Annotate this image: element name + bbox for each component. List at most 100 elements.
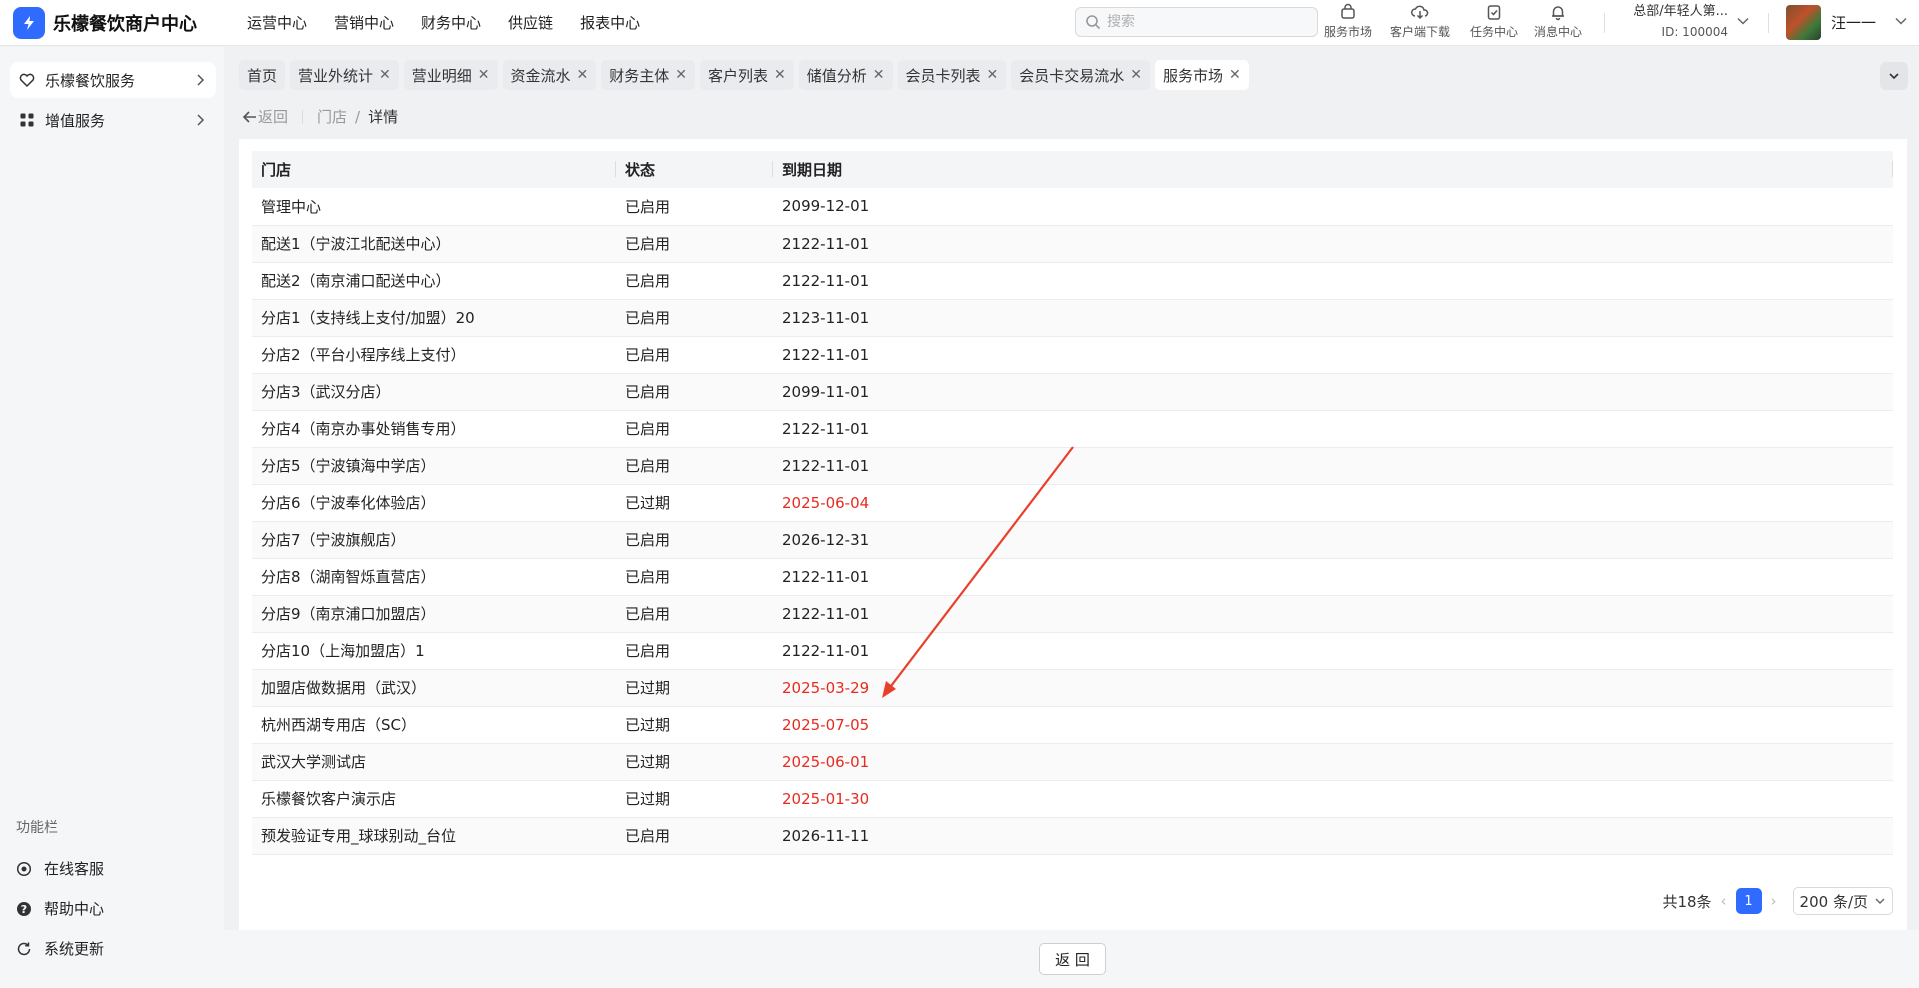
cell-status: 已过期	[616, 669, 773, 707]
clipboard-check-icon	[1487, 5, 1501, 20]
cell-store: 配送1（宁波江北配送中心）	[252, 225, 616, 263]
table-row: 武汉大学测试店 已过期 2025-06-01	[252, 743, 1893, 781]
cell-status: 已启用	[616, 225, 773, 263]
nav-item-supply-chain[interactable]: 供应链	[508, 12, 553, 33]
nav-item-reports[interactable]: 报表中心	[580, 12, 640, 33]
tab-label: 首页	[247, 66, 278, 85]
cell-status: 已启用	[616, 336, 773, 374]
close-icon[interactable]: ✕	[1229, 67, 1241, 83]
cell-expiry-date: 2099-12-01	[773, 188, 1893, 226]
footer-item-label: 在线客服	[44, 860, 105, 878]
cell-expiry-date: 2026-11-11	[773, 817, 1893, 855]
tab-member-card-transactions[interactable]: 会员卡交易流水 ✕	[1011, 60, 1151, 90]
cloud-download-icon	[1411, 5, 1429, 20]
cell-status: 已过期	[616, 780, 773, 818]
divider	[302, 109, 304, 124]
chevron-down-icon[interactable]	[1736, 14, 1750, 28]
close-icon[interactable]: ✕	[478, 67, 490, 83]
user-name[interactable]: 汪一一	[1831, 12, 1876, 33]
pagination: 共18条 ‹ 1 › 200 条/页	[1662, 887, 1893, 915]
system-update-link[interactable]: 系统更新	[16, 938, 104, 959]
close-icon[interactable]: ✕	[987, 67, 999, 83]
page-size-select[interactable]: 200 条/页	[1792, 887, 1893, 915]
brand[interactable]: 乐檬餐饮商户中心	[0, 6, 230, 39]
cell-status: 已启用	[616, 817, 773, 855]
cell-store: 分店6（宁波奉化体验店）	[252, 484, 616, 522]
close-icon[interactable]: ✕	[774, 67, 786, 83]
chevron-down-icon[interactable]	[1894, 14, 1908, 28]
close-icon[interactable]: ✕	[1130, 67, 1142, 83]
nav-item-operations[interactable]: 运营中心	[247, 12, 307, 33]
table-row: 分店4（南京办事处销售专用） 已启用 2122-11-01	[252, 410, 1893, 448]
cell-store: 分店2（平台小程序线上支付）	[252, 336, 616, 374]
message-center-button[interactable]: 消息中心	[1534, 3, 1582, 40]
table-row: 分店6（宁波奉化体验店） 已过期 2025-06-04	[252, 484, 1893, 522]
cell-expiry-date: 2025-06-04	[773, 484, 1893, 522]
tab-finance-entity[interactable]: 财务主体 ✕	[601, 60, 696, 90]
client-download-button[interactable]: 客户端下载	[1390, 3, 1450, 40]
footer-item-label: 帮助中心	[44, 900, 105, 918]
page-number-button[interactable]: 1	[1735, 888, 1762, 914]
table-row: 分店3（武汉分店） 已启用 2099-11-01	[252, 373, 1893, 411]
cell-expiry-date: 2025-06-01	[773, 743, 1893, 781]
close-icon[interactable]: ✕	[379, 67, 391, 83]
search-input[interactable]	[1107, 14, 1307, 30]
bell-icon	[1552, 6, 1564, 21]
tab-bar: 首页 营业外统计 ✕ 营业明细 ✕ 资金流水 ✕ 财务主体 ✕ 客户列表 ✕ 储值分析 ✕ …	[239, 60, 1254, 90]
return-button[interactable]: 返 回	[1039, 943, 1106, 975]
svg-text:?: ?	[21, 903, 27, 916]
table-row: 分店2（平台小程序线上支付） 已启用 2122-11-01	[252, 336, 1893, 374]
table-header-row: 门店 状态 到期日期	[252, 151, 1893, 188]
top-bar: 乐檬餐饮商户中心 运营中心 营销中心 财务中心 供应链 报表中心 服务市场 客户…	[0, 0, 1919, 46]
store-table: 门店 状态 到期日期 管理中心 已启用 2099-12-01 配送1（宁波江北配送中心…	[252, 151, 1893, 855]
headset-icon	[16, 861, 32, 876]
tabs-dropdown-button[interactable]	[1880, 62, 1908, 90]
breadcrumb-parent[interactable]: 门店	[317, 106, 347, 127]
close-icon[interactable]: ✕	[577, 67, 589, 83]
prev-page-icon[interactable]: ‹	[1721, 892, 1727, 910]
tab-service-market[interactable]: 服务市场 ✕	[1155, 60, 1249, 90]
tab-home[interactable]: 首页	[239, 60, 286, 90]
close-icon[interactable]: ✕	[675, 67, 687, 83]
column-header-store: 门店	[252, 151, 616, 188]
close-icon[interactable]: ✕	[873, 67, 885, 83]
cell-store: 分店8（湖南智烁直营店）	[252, 558, 616, 596]
table-row: 分店5（宁波镇海中学店） 已启用 2122-11-01	[252, 447, 1893, 485]
online-support-link[interactable]: 在线客服	[16, 858, 104, 879]
search-box[interactable]	[1075, 7, 1318, 37]
org-switcher[interactable]: 总部/年轻人第... ID: 100004	[1618, 2, 1728, 42]
task-center-button[interactable]: 任务中心	[1470, 3, 1518, 40]
table-row: 配送1（宁波江北配送中心） 已启用 2122-11-01	[252, 225, 1893, 263]
content-panel: 门店 状态 到期日期 管理中心 已启用 2099-12-01 配送1（宁波江北配送中心…	[239, 139, 1907, 930]
cell-expiry-date: 2122-11-01	[773, 595, 1893, 633]
tab-non-operating-stats[interactable]: 营业外统计 ✕	[290, 60, 399, 90]
table-row: 杭州西湖专用店（SC） 已过期 2025-07-05	[252, 706, 1893, 744]
back-link[interactable]: 返回	[242, 106, 288, 127]
cell-expiry-date: 2026-12-31	[773, 521, 1893, 559]
tab-stored-value-analysis[interactable]: 储值分析 ✕	[798, 60, 893, 90]
cell-status: 已过期	[616, 484, 773, 522]
avatar[interactable]	[1786, 5, 1821, 40]
app-name: 乐檬餐饮商户中心	[53, 13, 197, 35]
cell-expiry-date: 2122-11-01	[773, 225, 1893, 263]
cell-status: 已启用	[616, 373, 773, 411]
tool-label: 消息中心	[1534, 25, 1583, 39]
heart-badge-icon	[19, 73, 35, 88]
cell-expiry-date: 2099-11-01	[773, 373, 1893, 411]
column-header-expiry-date: 到期日期	[773, 151, 1893, 188]
back-label: 返回	[258, 108, 289, 126]
tab-customer-list[interactable]: 客户列表 ✕	[700, 60, 794, 90]
cell-expiry-date: 2123-11-01	[773, 299, 1893, 337]
nav-item-finance[interactable]: 财务中心	[421, 12, 481, 33]
org-name: 总部/年轻人第...	[1633, 4, 1728, 19]
next-page-icon[interactable]: ›	[1771, 892, 1777, 910]
cell-expiry-date: 2122-11-01	[773, 410, 1893, 448]
help-center-link[interactable]: ? 帮助中心	[16, 898, 104, 919]
tab-business-details[interactable]: 营业明细 ✕	[403, 60, 498, 90]
nav-item-marketing[interactable]: 营销中心	[334, 12, 394, 33]
tab-member-card-list[interactable]: 会员卡列表 ✕	[897, 60, 1007, 90]
tab-cash-flow[interactable]: 资金流水 ✕	[502, 60, 597, 90]
sidebar-item-value-added[interactable]: 增值服务	[10, 102, 216, 138]
sidebar-item-lemeng-service[interactable]: 乐檬餐饮服务	[10, 62, 216, 98]
service-market-button[interactable]: 服务市场	[1324, 3, 1372, 40]
